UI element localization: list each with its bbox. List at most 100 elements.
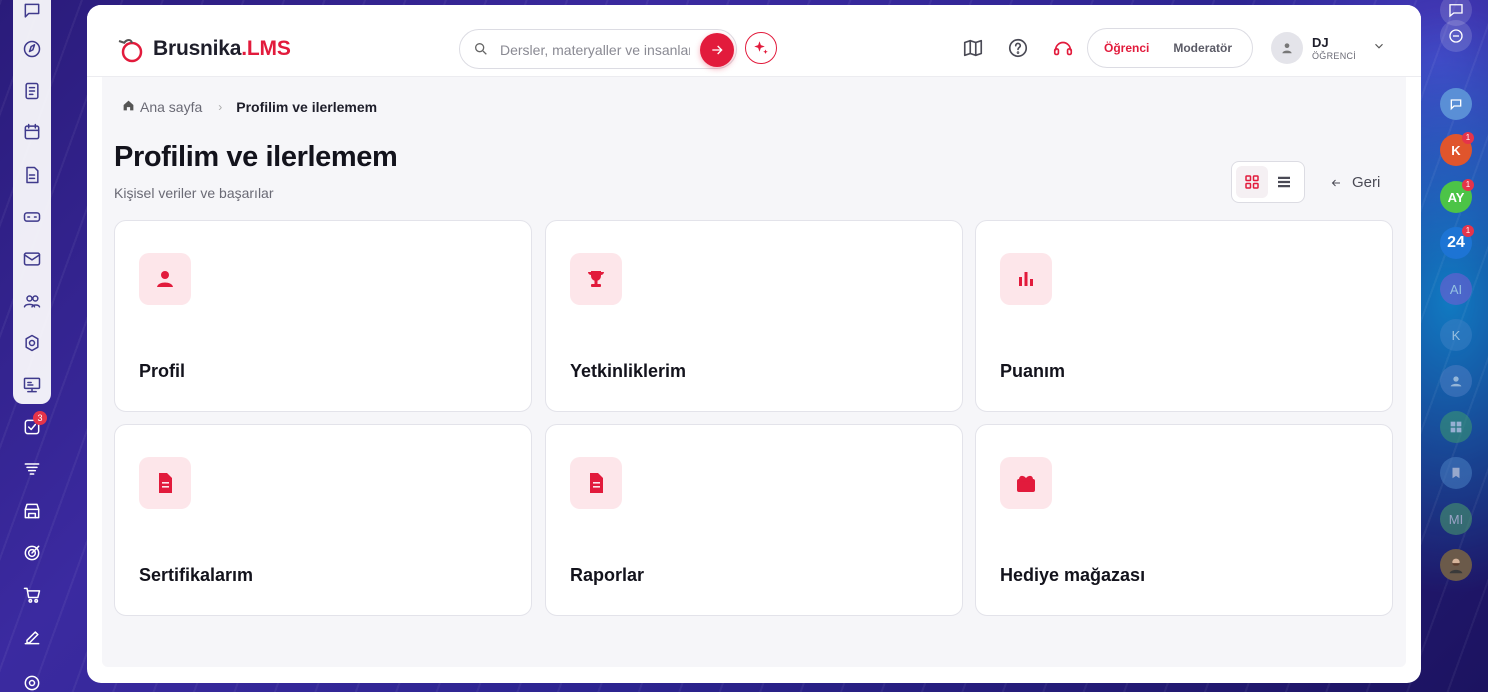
list-view-button[interactable]: [1268, 166, 1300, 198]
user-menu[interactable]: DJ ÖĞRENCİ: [1271, 32, 1386, 64]
card-reports[interactable]: Raporlar: [545, 424, 963, 616]
contact-avatar[interactable]: K: [1440, 319, 1472, 351]
main-window: Brusnika.LMS Öğrenci Moderatör: [87, 5, 1421, 683]
grid-app-icon[interactable]: [1440, 411, 1472, 443]
search-input[interactable]: [500, 40, 690, 60]
contact-initials: 24: [1447, 234, 1465, 251]
card-profile[interactable]: Profil: [114, 220, 532, 412]
user-name: DJ: [1312, 34, 1329, 50]
unread-badge: 1: [1462, 225, 1474, 237]
document-icon: [139, 457, 191, 509]
global-search: [459, 29, 737, 69]
vr-headset-icon[interactable]: [21, 206, 43, 228]
sparkle-icon: [754, 41, 768, 54]
person-icon: [139, 253, 191, 305]
user-avatar: [1271, 32, 1303, 64]
card-title: Hediye mağazası: [1000, 565, 1146, 585]
list-icon: [1278, 176, 1290, 188]
report-icon: [570, 457, 622, 509]
card-score[interactable]: Puanım: [975, 220, 1393, 412]
contact-initials: K: [1451, 327, 1461, 343]
brand-logo-icon: [118, 39, 143, 63]
user-role: ÖĞRENCİ: [1312, 50, 1357, 61]
home-icon: [122, 99, 135, 115]
top-bar: Brusnika.LMS Öğrenci Moderatör: [87, 5, 1421, 77]
bookmark-icon[interactable]: [1440, 457, 1472, 489]
page-title: Profilim ve ilerlemem: [114, 141, 398, 173]
user-avatar-icon[interactable]: [1440, 365, 1472, 397]
contact-initials: AI: [1449, 281, 1463, 297]
breadcrumb-home-link[interactable]: Ana sayfa: [140, 99, 202, 115]
role-switch: Öğrenci Moderatör: [1087, 28, 1253, 68]
contact-initials: MI: [1448, 511, 1464, 527]
settings-icon[interactable]: [21, 672, 43, 692]
contact-avatar[interactable]: MI: [1440, 503, 1472, 535]
contact-avatar[interactable]: 24 1: [1440, 225, 1474, 259]
breadcrumb: Ana sayfa › Profilim ve ilerlemem: [122, 99, 377, 115]
contact-initials: K: [1451, 142, 1461, 158]
cart-icon[interactable]: [21, 584, 43, 606]
arrow-left-icon: [1331, 179, 1340, 186]
calendar-icon[interactable]: [21, 121, 43, 143]
brand-logo[interactable]: Brusnika.LMS: [115, 33, 291, 65]
view-toggle: [1231, 161, 1305, 203]
messages-icon[interactable]: [1440, 88, 1472, 120]
contact-avatar[interactable]: AY 1: [1440, 179, 1474, 213]
gift-icon: [1000, 457, 1052, 509]
mail-icon[interactable]: [21, 248, 43, 270]
photo-avatar[interactable]: [1440, 549, 1472, 581]
card-title: Puanım: [1000, 361, 1066, 381]
bar-chart-icon: [1000, 253, 1052, 305]
edit-icon[interactable]: [21, 626, 43, 648]
map-icon[interactable]: [961, 36, 985, 60]
badge-icon[interactable]: [21, 332, 43, 354]
card-title: Yetkinliklerim: [570, 361, 687, 381]
back-label: Geri: [1352, 174, 1381, 191]
card-competencies[interactable]: Yetkinliklerim: [545, 220, 963, 412]
storefront-icon[interactable]: [21, 500, 43, 522]
page-subtitle: Kişisel veriler ve başarılar: [114, 185, 274, 201]
right-sidebar: K 1 AY 1 24 1 AI K MI: [1434, 0, 1480, 692]
support-headset-icon[interactable]: [1051, 36, 1075, 60]
contact-avatar[interactable]: K 1: [1440, 132, 1474, 166]
chat-icon[interactable]: [21, 0, 43, 22]
brand-name: Brusnika.LMS: [153, 37, 291, 61]
users-icon[interactable]: [21, 290, 43, 312]
search-submit-button[interactable]: [700, 33, 734, 67]
card-certificates[interactable]: Sertifikalarım: [114, 424, 532, 616]
search-icon: [473, 41, 489, 62]
help-icon[interactable]: [1006, 36, 1030, 60]
unread-badge: 1: [1462, 179, 1474, 191]
back-button[interactable]: Geri: [1330, 174, 1380, 191]
content-area: Ana sayfa › Profilim ve ilerlemem Profil…: [102, 77, 1406, 667]
contact-avatar[interactable]: AI: [1440, 273, 1472, 305]
ai-assistant-button[interactable]: [745, 32, 777, 64]
card-gift-shop[interactable]: Hediye mağazası: [975, 424, 1393, 616]
card-title: Sertifikalarım: [139, 565, 254, 585]
grid-icon: [1245, 175, 1259, 189]
card-title: Profil: [139, 361, 186, 381]
user-icon: [1282, 43, 1292, 54]
breadcrumb-separator: ›: [218, 100, 223, 114]
support-chat-icon[interactable]: [1440, 20, 1472, 52]
trophy-icon: [570, 253, 622, 305]
contact-initials: AY: [1447, 189, 1465, 205]
funnel-icon[interactable]: [21, 458, 43, 480]
brand-name-main: Brusnika: [153, 37, 242, 60]
role-moderator-button[interactable]: Moderatör: [1161, 33, 1244, 63]
brand-name-accent: .LMS: [241, 37, 291, 60]
presentation-icon[interactable]: [21, 374, 43, 396]
breadcrumb-current: Profilim ve ilerlemem: [236, 99, 378, 115]
courses-icon[interactable]: [21, 80, 43, 102]
arrow-right-icon: [712, 45, 723, 55]
grid-view-button[interactable]: [1236, 166, 1268, 198]
chevron-down-icon: [1372, 39, 1386, 58]
target-icon[interactable]: [21, 542, 43, 564]
compass-icon[interactable]: [21, 38, 43, 60]
document-icon[interactable]: [21, 164, 43, 186]
unread-badge: 1: [1462, 132, 1474, 144]
user-meta: DJ ÖĞRENCİ: [1312, 35, 1356, 62]
role-student-button[interactable]: Öğrenci: [1092, 33, 1162, 63]
tasks-badge: 3: [33, 411, 47, 425]
card-title: Raporlar: [570, 565, 645, 585]
